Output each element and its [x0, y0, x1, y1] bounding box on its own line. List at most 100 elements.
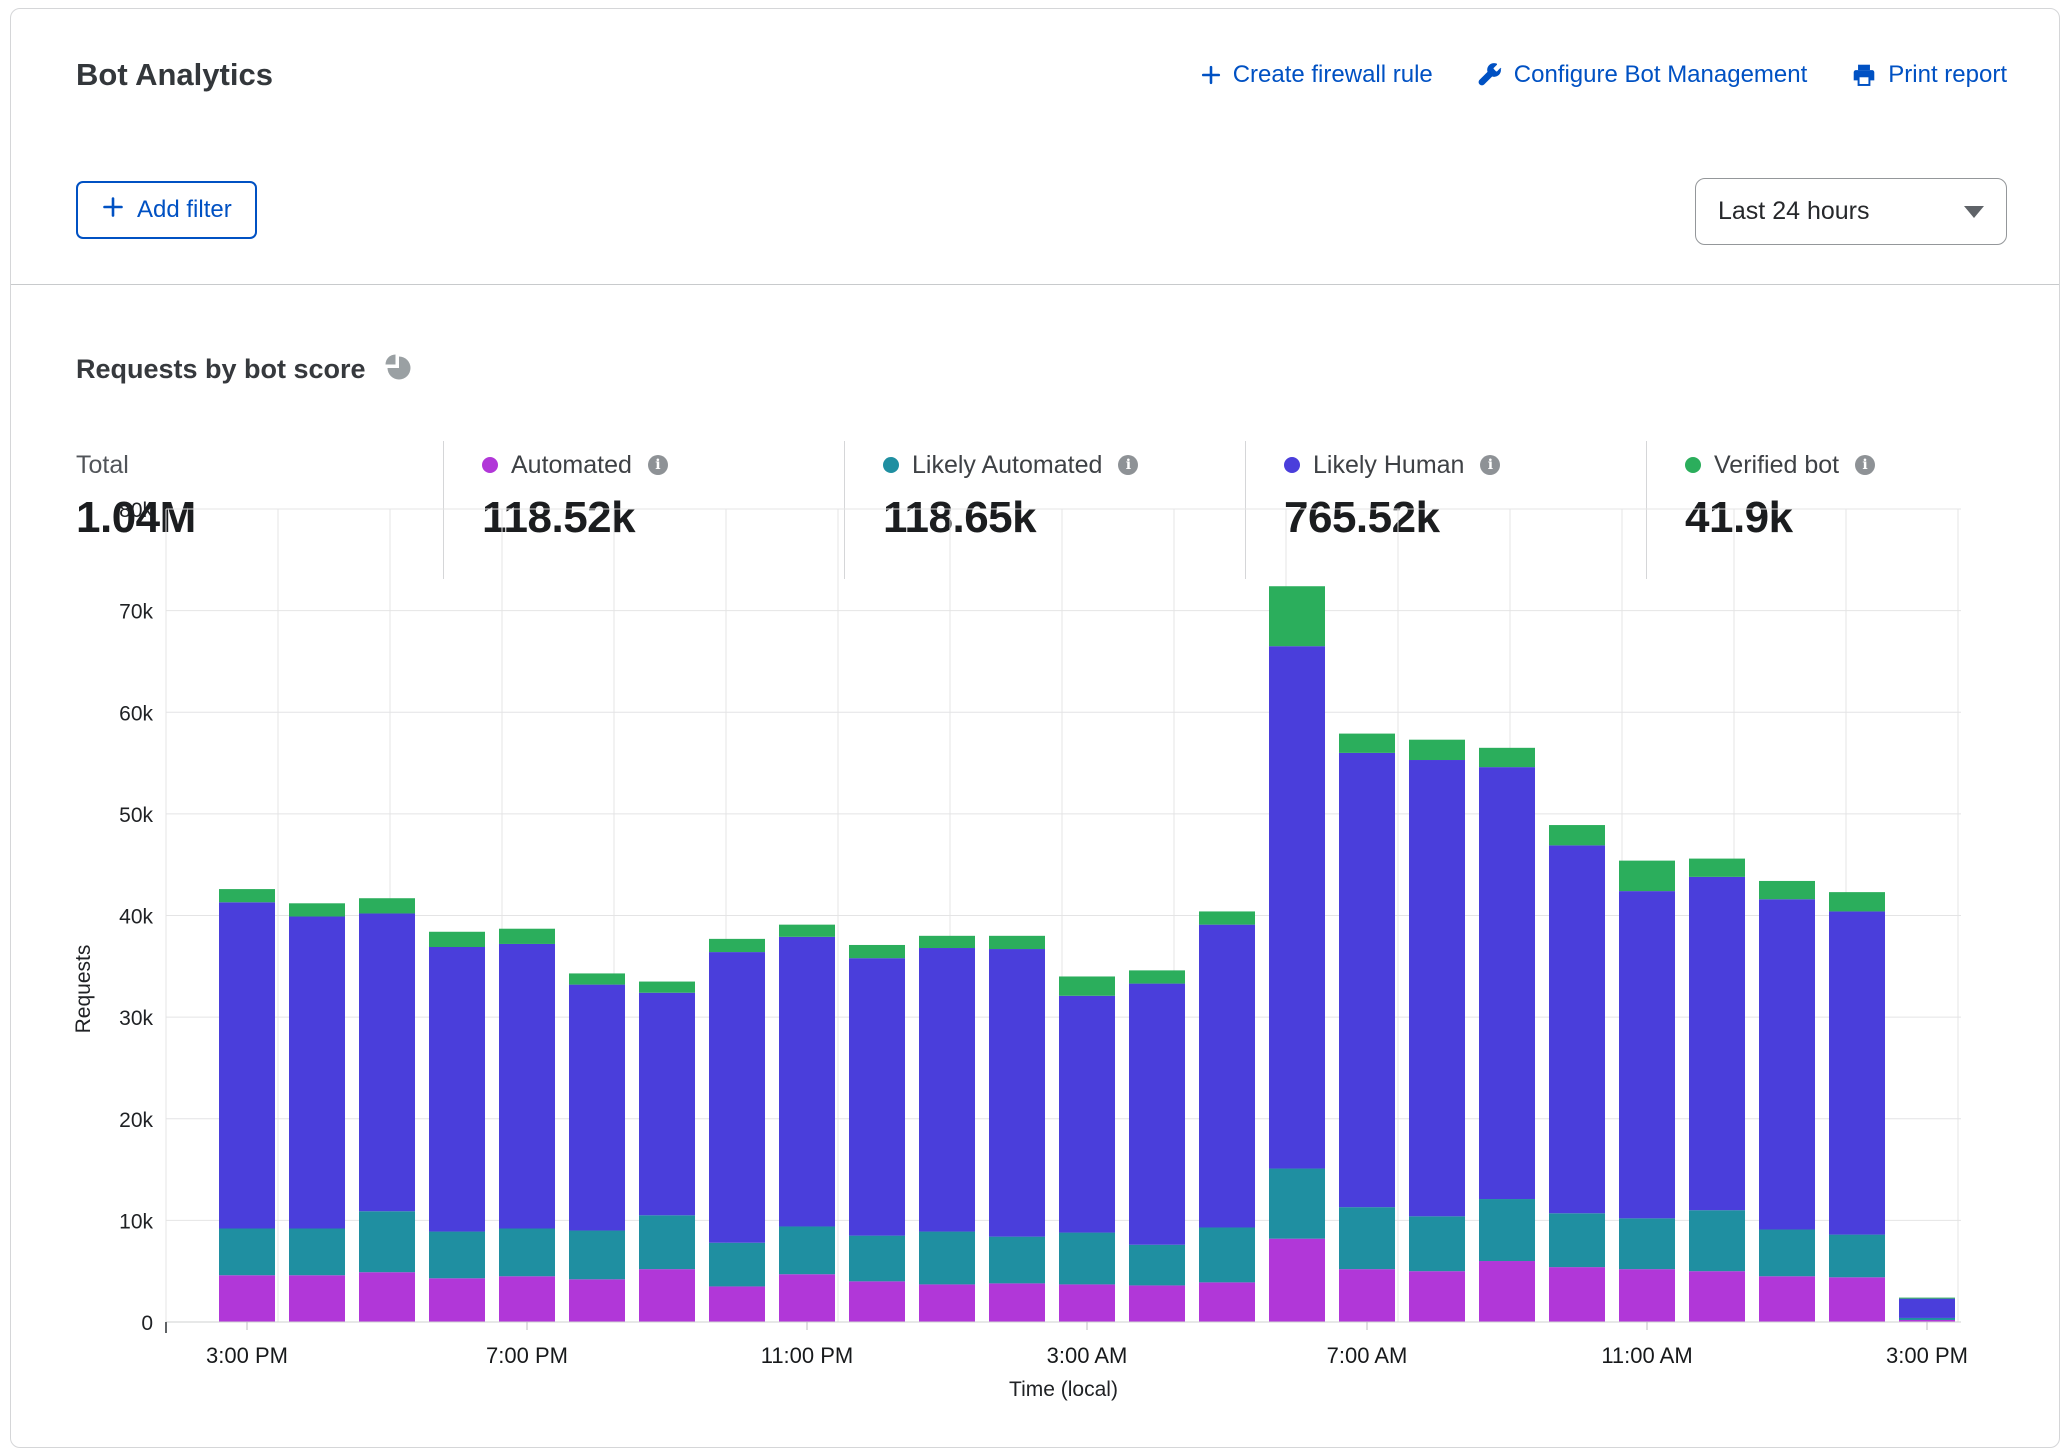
- bar-segment-likely-human[interactable]: [1549, 845, 1605, 1213]
- bar-segment-automated[interactable]: [1479, 1261, 1535, 1322]
- bar-segment-likely-automated[interactable]: [779, 1226, 835, 1274]
- bar-segment-verified-bot[interactable]: [989, 936, 1045, 949]
- bar-segment-automated[interactable]: [1129, 1285, 1185, 1322]
- bar-segment-likely-human[interactable]: [919, 948, 975, 1232]
- bar-segment-likely-automated[interactable]: [919, 1232, 975, 1285]
- bar-segment-automated[interactable]: [429, 1278, 485, 1322]
- bar-segment-likely-human[interactable]: [639, 993, 695, 1216]
- bar-segment-automated[interactable]: [219, 1275, 275, 1322]
- bar-segment-verified-bot[interactable]: [1409, 740, 1465, 760]
- bar-segment-verified-bot[interactable]: [1269, 586, 1325, 646]
- bar-segment-likely-human[interactable]: [1619, 891, 1675, 1218]
- bar-segment-verified-bot[interactable]: [1059, 976, 1115, 995]
- bar-segment-verified-bot[interactable]: [1199, 911, 1255, 924]
- bar-segment-automated[interactable]: [359, 1272, 415, 1322]
- bar-segment-automated[interactable]: [1759, 1276, 1815, 1322]
- bar-segment-verified-bot[interactable]: [1129, 970, 1185, 983]
- bar-segment-verified-bot[interactable]: [1759, 881, 1815, 899]
- bar-segment-likely-automated[interactable]: [359, 1211, 415, 1272]
- bar-segment-likely-human[interactable]: [709, 952, 765, 1243]
- bar-segment-likely-automated[interactable]: [499, 1229, 555, 1277]
- bar-segment-verified-bot[interactable]: [1479, 748, 1535, 767]
- bar-segment-likely-automated[interactable]: [289, 1229, 345, 1276]
- bar-segment-verified-bot[interactable]: [1619, 861, 1675, 891]
- bar-segment-likely-human[interactable]: [359, 913, 415, 1211]
- bar-segment-likely-human[interactable]: [1059, 996, 1115, 1233]
- bar-segment-automated[interactable]: [1829, 1277, 1885, 1322]
- add-filter-button[interactable]: Add filter: [76, 181, 257, 239]
- bar-segment-likely-automated[interactable]: [1409, 1216, 1465, 1271]
- bar-segment-likely-automated[interactable]: [1339, 1207, 1395, 1269]
- bar-segment-likely-automated[interactable]: [1129, 1245, 1185, 1286]
- bar-segment-likely-automated[interactable]: [1759, 1230, 1815, 1277]
- bar-segment-likely-human[interactable]: [849, 958, 905, 1235]
- bar-segment-likely-human[interactable]: [1339, 753, 1395, 1207]
- bar-segment-verified-bot[interactable]: [849, 945, 905, 958]
- bar-segment-likely-human[interactable]: [429, 947, 485, 1232]
- bar-segment-automated[interactable]: [709, 1286, 765, 1322]
- bar-segment-likely-automated[interactable]: [1549, 1213, 1605, 1267]
- bar-segment-automated[interactable]: [1199, 1282, 1255, 1322]
- bar-segment-likely-automated[interactable]: [219, 1229, 275, 1276]
- bar-segment-likely-automated[interactable]: [989, 1237, 1045, 1284]
- bar-segment-automated[interactable]: [639, 1269, 695, 1322]
- bar-segment-likely-automated[interactable]: [1059, 1233, 1115, 1285]
- bar-segment-likely-automated[interactable]: [709, 1243, 765, 1287]
- bar-segment-automated[interactable]: [289, 1275, 345, 1322]
- bar-segment-automated[interactable]: [1619, 1269, 1675, 1322]
- bar-segment-automated[interactable]: [989, 1283, 1045, 1322]
- bar-segment-likely-automated[interactable]: [1899, 1318, 1955, 1320]
- info-icon[interactable]: i: [1855, 455, 1875, 475]
- bar-segment-likely-automated[interactable]: [569, 1231, 625, 1280]
- bar-segment-likely-automated[interactable]: [429, 1232, 485, 1279]
- bar-segment-verified-bot[interactable]: [1689, 859, 1745, 877]
- bar-segment-likely-automated[interactable]: [1689, 1210, 1745, 1271]
- bar-segment-likely-human[interactable]: [1829, 911, 1885, 1234]
- bar-segment-verified-bot[interactable]: [1339, 734, 1395, 753]
- bar-segment-verified-bot[interactable]: [569, 973, 625, 984]
- bar-segment-automated[interactable]: [1689, 1271, 1745, 1322]
- bar-segment-automated[interactable]: [1059, 1284, 1115, 1322]
- bar-segment-likely-human[interactable]: [219, 902, 275, 1228]
- bar-segment-verified-bot[interactable]: [639, 982, 695, 993]
- bar-segment-verified-bot[interactable]: [429, 932, 485, 947]
- bar-segment-likely-automated[interactable]: [1479, 1199, 1535, 1261]
- bar-segment-likely-human[interactable]: [1129, 984, 1185, 1245]
- bar-segment-automated[interactable]: [569, 1279, 625, 1322]
- bar-segment-likely-automated[interactable]: [1199, 1227, 1255, 1282]
- bar-segment-likely-human[interactable]: [499, 944, 555, 1229]
- bar-segment-likely-automated[interactable]: [1619, 1218, 1675, 1269]
- bar-segment-likely-automated[interactable]: [1829, 1235, 1885, 1278]
- create-firewall-rule-link[interactable]: Create firewall rule: [1200, 61, 1433, 89]
- bar-segment-automated[interactable]: [919, 1284, 975, 1322]
- bar-segment-automated[interactable]: [1549, 1267, 1605, 1322]
- requests-by-bot-score-chart[interactable]: 010k20k30k40k50k60k70k80k3:00 PM7:00 PM1…: [66, 489, 2056, 1403]
- bar-segment-verified-bot[interactable]: [1829, 892, 1885, 911]
- bar-segment-automated[interactable]: [1339, 1269, 1395, 1322]
- bar-segment-likely-automated[interactable]: [639, 1215, 695, 1269]
- bar-segment-likely-human[interactable]: [569, 985, 625, 1231]
- print-report-link[interactable]: Print report: [1851, 61, 2007, 89]
- bar-segment-verified-bot[interactable]: [919, 936, 975, 948]
- info-icon[interactable]: i: [1118, 455, 1138, 475]
- bar-segment-likely-human[interactable]: [1199, 925, 1255, 1228]
- bar-segment-verified-bot[interactable]: [219, 889, 275, 902]
- bar-segment-likely-automated[interactable]: [849, 1236, 905, 1282]
- bar-segment-automated[interactable]: [1409, 1271, 1465, 1322]
- bar-segment-likely-human[interactable]: [1409, 760, 1465, 1216]
- bar-segment-verified-bot[interactable]: [709, 939, 765, 952]
- bar-segment-verified-bot[interactable]: [1899, 1298, 1955, 1299]
- bar-segment-automated[interactable]: [849, 1281, 905, 1322]
- bar-segment-automated[interactable]: [1269, 1239, 1325, 1322]
- bar-segment-likely-human[interactable]: [1899, 1299, 1955, 1318]
- bar-segment-verified-bot[interactable]: [359, 898, 415, 913]
- bar-segment-likely-human[interactable]: [1269, 646, 1325, 1168]
- bar-segment-likely-human[interactable]: [289, 917, 345, 1229]
- bar-segment-likely-human[interactable]: [1479, 767, 1535, 1199]
- bar-segment-automated[interactable]: [499, 1276, 555, 1322]
- info-icon[interactable]: i: [1480, 455, 1500, 475]
- configure-bot-management-link[interactable]: Configure Bot Management: [1477, 61, 1808, 89]
- bar-segment-verified-bot[interactable]: [779, 925, 835, 937]
- bar-segment-likely-human[interactable]: [1689, 877, 1745, 1210]
- bar-segment-verified-bot[interactable]: [499, 929, 555, 944]
